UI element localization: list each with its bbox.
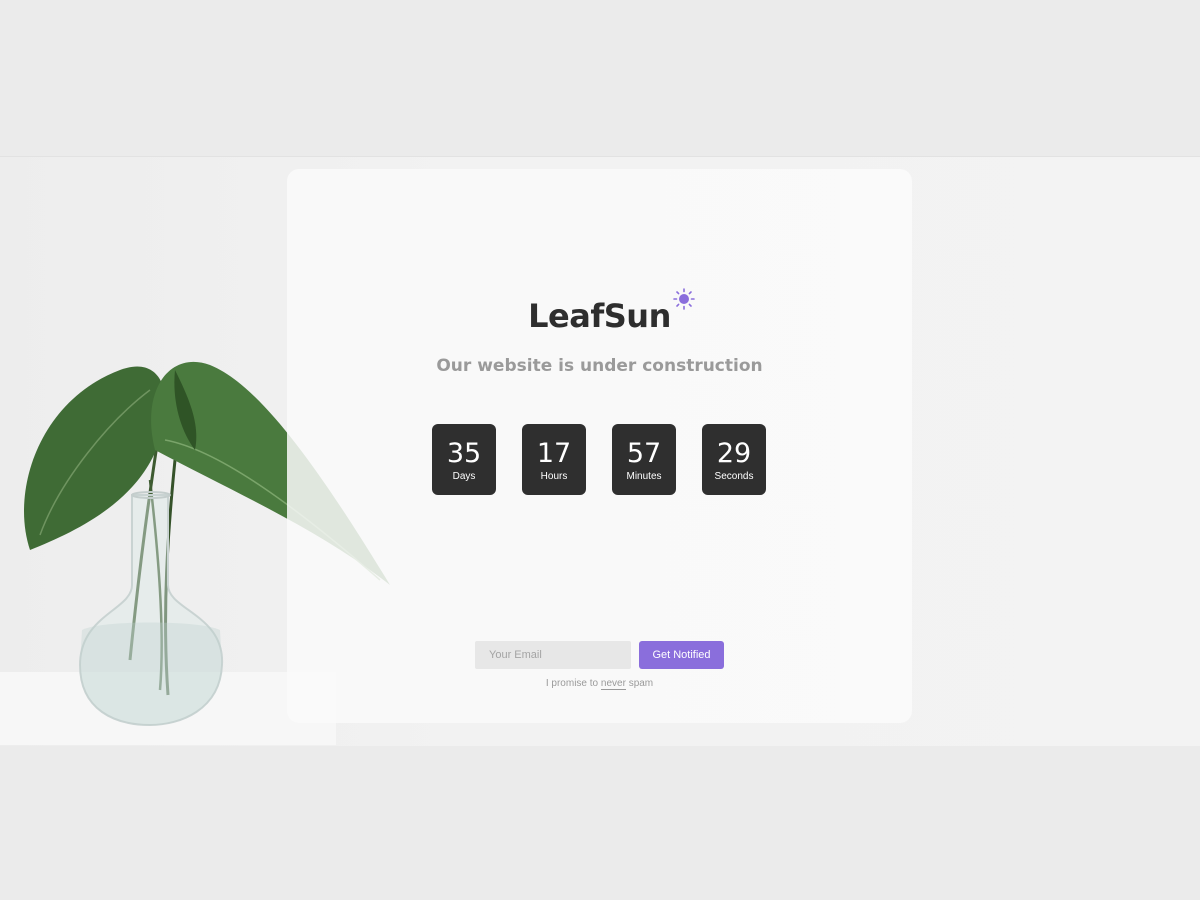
countdown-label: Hours	[540, 471, 568, 482]
countdown-value: 29	[716, 438, 752, 469]
spam-promise: I promise to never spam	[287, 678, 912, 690]
countdown-days: 35 Days	[432, 424, 496, 495]
promise-text-after: spam	[628, 678, 654, 689]
sun-icon	[673, 288, 695, 310]
countdown-label: Days	[452, 471, 476, 482]
countdown-value: 57	[626, 438, 662, 469]
countdown-seconds: 29 Seconds	[702, 424, 766, 495]
promise-emphasis: never	[600, 678, 626, 690]
countdown-timer: 35 Days 17 Hours 57 Minutes 29 Seconds	[432, 424, 766, 495]
brand-name: LeafSun	[528, 297, 671, 335]
countdown-label: Seconds	[714, 471, 754, 482]
brand-logo: LeafSun	[287, 288, 912, 335]
countdown-value: 35	[446, 438, 482, 469]
tagline: Our website is under construction	[436, 356, 763, 376]
email-input[interactable]	[475, 641, 631, 669]
construction-card: LeafSun Our website is under constructio…	[287, 169, 912, 723]
countdown-minutes: 57 Minutes	[612, 424, 676, 495]
get-notified-button[interactable]: Get Notified	[639, 641, 724, 669]
countdown-value: 17	[536, 438, 572, 469]
countdown-label: Minutes	[626, 471, 662, 482]
countdown-hours: 17 Hours	[522, 424, 586, 495]
promise-text-before: I promise to	[545, 678, 599, 689]
notify-form: Get Notified	[475, 641, 724, 669]
